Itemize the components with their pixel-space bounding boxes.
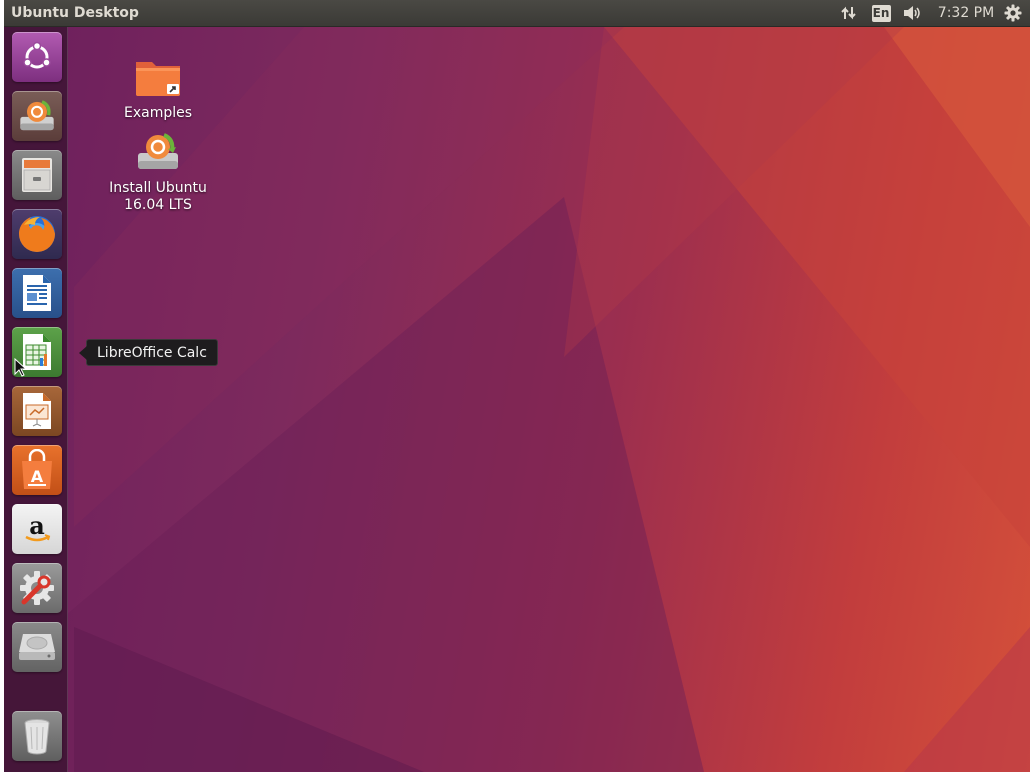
software-bag-icon: A <box>12 445 62 495</box>
desktop-icon-install-ubuntu[interactable]: Install Ubuntu 16.04 LTS <box>103 131 213 214</box>
volume-icon[interactable] <box>901 3 923 23</box>
installer-icon <box>134 131 182 178</box>
tooltip-text: LibreOffice Calc <box>97 344 207 361</box>
launcher-item-disk-drive[interactable] <box>11 621 63 673</box>
svg-text:A: A <box>31 467 44 486</box>
desktop-icon-label-line1: Install Ubuntu <box>109 180 207 196</box>
window-title: Ubuntu Desktop <box>11 5 139 21</box>
launcher-item-ubuntu-software[interactable]: A <box>11 444 63 496</box>
launcher-item-trash[interactable] <box>11 710 63 762</box>
network-icon[interactable] <box>838 3 860 23</box>
top-panel: Ubuntu Desktop En 7:32 PM <box>4 0 1030 27</box>
ubuntu-logo-icon <box>12 32 62 82</box>
launcher-item-amazon[interactable]: a <box>11 503 63 555</box>
launcher-tooltip: LibreOffice Calc <box>79 339 218 366</box>
trash-icon <box>12 711 62 761</box>
file-cabinet-icon <box>12 150 62 200</box>
desktop-wallpaper[interactable]: Examples Install Ubuntu 16.04 LTS <box>4 27 1030 772</box>
unity-launcher: A a <box>4 27 68 772</box>
clock[interactable]: 7:32 PM <box>936 3 996 23</box>
installer-icon <box>12 91 62 141</box>
svg-text:a: a <box>29 512 45 540</box>
desktop-icon-examples[interactable]: Examples <box>103 54 213 122</box>
firefox-icon <box>12 209 62 259</box>
settings-icon <box>12 563 62 613</box>
system-gear-icon[interactable] <box>1002 3 1024 23</box>
desktop-icon-label-line2: 16.04 LTS <box>124 197 192 213</box>
launcher-item-install-ubuntu[interactable] <box>11 90 63 142</box>
mouse-pointer-icon <box>14 358 26 377</box>
impress-icon <box>12 386 62 436</box>
amazon-icon: a <box>12 504 62 554</box>
launcher-item-dash-home[interactable] <box>11 31 63 83</box>
launcher-item-firefox[interactable] <box>11 208 63 260</box>
desktop-icon-label: Examples <box>123 105 193 121</box>
folder-icon <box>134 54 182 103</box>
language-label: En <box>871 4 891 22</box>
launcher-item-libreoffice-impress[interactable] <box>11 385 63 437</box>
launcher-item-system-settings[interactable] <box>11 562 63 614</box>
keyboard-language-indicator[interactable]: En <box>870 3 892 23</box>
launcher-item-libreoffice-writer[interactable] <box>11 267 63 319</box>
ubuntu-desktop-screen: Examples Install Ubuntu 16.04 LTS A a Li… <box>4 0 1030 772</box>
launcher-item-files[interactable] <box>11 149 63 201</box>
writer-icon <box>12 268 62 318</box>
hard-drive-icon <box>12 622 62 672</box>
clock-time: 7:32 PM <box>937 5 995 21</box>
